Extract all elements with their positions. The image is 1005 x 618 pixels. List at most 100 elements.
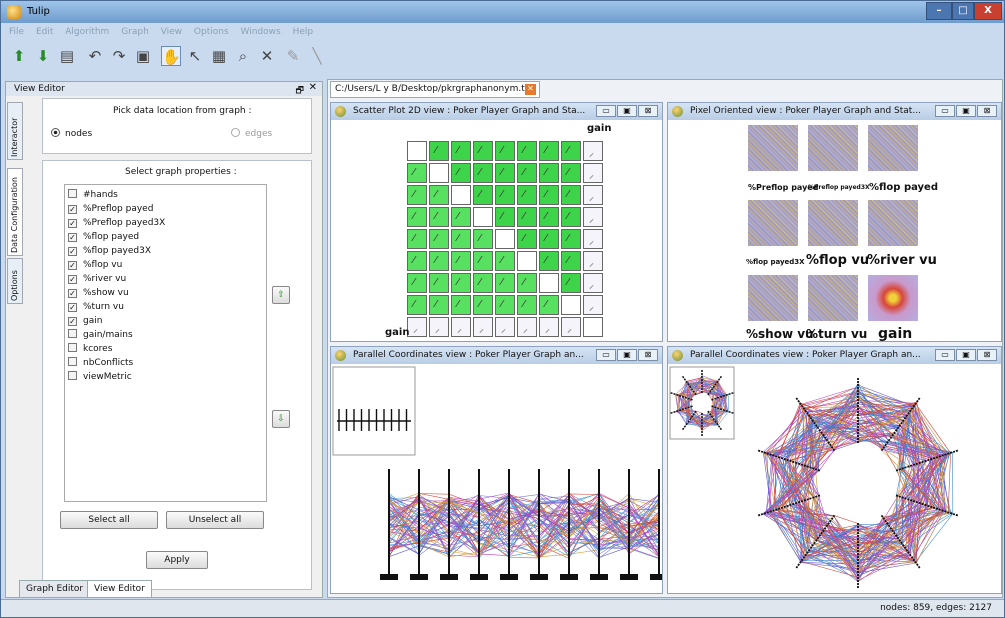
scatter-cell[interactable]: ⁄ <box>517 141 537 161</box>
scatter-cell[interactable]: ⁄ <box>561 273 581 293</box>
scatter-cell[interactable]: ⸝ <box>583 207 603 227</box>
scatter-cell[interactable]: ⁄ <box>451 207 471 227</box>
tab-interactor[interactable]: Interactor <box>7 102 23 160</box>
close-view-button[interactable]: ⊠ <box>638 105 658 117</box>
scatter-cell[interactable]: ⸝ <box>473 317 493 337</box>
menu-graph[interactable]: Graph <box>121 27 149 37</box>
checkbox[interactable] <box>68 189 77 198</box>
edit-edge-icon[interactable]: ╲ <box>307 46 327 66</box>
zoom-box-icon[interactable]: ⌕ <box>233 46 253 66</box>
scatter-cell[interactable]: ⁄ <box>429 295 449 315</box>
scatter-cell[interactable] <box>539 273 559 293</box>
scatter-cell[interactable]: ⸝ <box>583 251 603 271</box>
scatter-cell[interactable]: ⁄ <box>561 141 581 161</box>
scatter-cell[interactable]: ⁄ <box>561 163 581 183</box>
grid-select-icon[interactable]: ▦ <box>209 46 229 66</box>
minimize-button[interactable]: – <box>926 2 952 20</box>
scatter-cell[interactable]: ⁄ <box>473 185 493 205</box>
scatter-cell[interactable]: ⁄ <box>517 163 537 183</box>
scatter-cell[interactable]: ⸝ <box>517 317 537 337</box>
pixel-map[interactable] <box>808 200 858 246</box>
scatter-cell[interactable]: ⁄ <box>429 207 449 227</box>
scatter-cell[interactable]: ⁄ <box>473 229 493 249</box>
radio-nodes[interactable]: nodes <box>51 128 92 139</box>
hand-navigate-icon[interactable]: ✋ <box>161 46 181 66</box>
restore-view-button[interactable]: ▣ <box>617 105 637 117</box>
restore-view-button[interactable]: ▣ <box>956 105 976 117</box>
menu-file[interactable]: File <box>9 27 24 37</box>
scatter-cell[interactable]: ⸝ <box>583 163 603 183</box>
tab-data-configuration[interactable]: Data Configuration <box>7 168 23 256</box>
gain-pixel-map[interactable] <box>868 275 918 321</box>
scatter-cell[interactable]: ⁄ <box>539 163 559 183</box>
scatter-cell[interactable]: ⁄ <box>407 295 427 315</box>
close-view-button[interactable]: ⊠ <box>977 349 997 361</box>
scatter-cell[interactable]: ⁄ <box>495 295 515 315</box>
scatter-cell[interactable]: ⁄ <box>495 163 515 183</box>
menu-view[interactable]: View <box>161 27 182 37</box>
scatter-cell[interactable]: ⸝ <box>583 273 603 293</box>
list-item[interactable]: ✓ %Preflop payed <box>68 203 153 215</box>
tab-view-editor[interactable]: View Editor <box>87 580 152 598</box>
scatter-cell[interactable]: ⁄ <box>539 207 559 227</box>
pointer-info-icon[interactable]: ↖ <box>185 46 205 66</box>
scatter-cell[interactable]: ⁄ <box>561 207 581 227</box>
scatter-cell[interactable]: ⁄ <box>517 229 537 249</box>
scatter-cell[interactable]: ⸝ <box>451 317 471 337</box>
list-item[interactable]: ✓ %flop payed3X <box>68 245 151 257</box>
scatter-cell[interactable]: ⁄ <box>407 185 427 205</box>
scatter-cell[interactable]: ⁄ <box>517 273 537 293</box>
import-icon[interactable]: ⬆ <box>9 46 29 66</box>
scatter-cell[interactable]: ⸝ <box>583 229 603 249</box>
checkbox[interactable]: ✓ <box>68 289 77 298</box>
scatter-cell[interactable]: ⁄ <box>451 251 471 271</box>
maximize-button[interactable]: □ <box>952 2 974 20</box>
minimize-view-button[interactable]: ▭ <box>596 349 616 361</box>
scatter-cell[interactable]: ⁄ <box>473 251 493 271</box>
unselect-all-button[interactable]: Unselect all <box>166 511 264 529</box>
float-panel-icon[interactable]: 🗗 <box>296 83 304 99</box>
scatter-cell[interactable]: ⁄ <box>451 163 471 183</box>
scatter-cell[interactable]: ⁄ <box>429 229 449 249</box>
scatter-cell[interactable]: ⁄ <box>539 141 559 161</box>
menu-algorithm[interactable]: Algorithm <box>65 27 109 37</box>
pixel-map[interactable] <box>748 275 798 321</box>
menu-windows[interactable]: Windows <box>241 27 281 37</box>
scatter-cell[interactable]: ⁄ <box>561 185 581 205</box>
checkbox[interactable] <box>68 329 77 338</box>
select-all-button[interactable]: Select all <box>60 511 158 529</box>
close-tab-icon[interactable]: ✕ <box>525 84 536 95</box>
scatter-cell[interactable]: ⁄ <box>539 295 559 315</box>
checkbox[interactable]: ✓ <box>68 219 77 228</box>
list-item[interactable]: ✓ %Preflop payed3X <box>68 217 165 229</box>
tab-file[interactable]: C:/Users/L y B/Desktop/pkrgraphanonym.tl… <box>330 81 540 98</box>
scatter-cell[interactable]: ⁄ <box>451 229 471 249</box>
scatter-cell[interactable]: ⁄ <box>473 273 493 293</box>
pixel-map[interactable] <box>808 125 858 171</box>
export-icon[interactable]: ⬇ <box>33 46 53 66</box>
list-item[interactable]: kcores <box>68 343 112 355</box>
move-down-button[interactable]: ⇩ <box>272 410 290 428</box>
menu-help[interactable]: Help <box>293 27 314 37</box>
move-up-button[interactable]: ⇧ <box>272 286 290 304</box>
checkbox[interactable] <box>68 343 77 352</box>
scatter-cell[interactable]: ⸝ <box>583 141 603 161</box>
scatter-matrix[interactable]: ⁄ ⁄ ⁄ ⁄ ⁄ ⁄ ⁄ ⸝ ⁄ ⁄ ⁄ ⁄ ⁄ ⁄ ⁄ ⸝ ⁄ ⁄ ⁄ ⁄ ⁄ ⁄ ⁄ ⸝ ⁄ ⁄ ⁄ ⁄ ⁄ ⁄ ⁄ ⸝ ⁄ ⁄ ⁄ ⁄ ⁄ ⁄ ⁄ ⸝… <box>407 141 609 343</box>
menu-options[interactable]: Options <box>194 27 229 37</box>
scatter-cell[interactable]: ⁄ <box>539 229 559 249</box>
scatter-cell[interactable]: ⁄ <box>517 185 537 205</box>
scatter-cell[interactable]: ⁄ <box>495 185 515 205</box>
delete-icon[interactable]: ✕ <box>257 46 277 66</box>
checkbox[interactable] <box>68 357 77 366</box>
tab-graph-editor[interactable]: Graph Editor <box>19 580 91 598</box>
pixel-map[interactable] <box>808 275 858 321</box>
minimize-view-button[interactable]: ▭ <box>935 349 955 361</box>
scatter-cell[interactable]: ⁄ <box>451 273 471 293</box>
list-item[interactable]: gain/mains <box>68 329 133 341</box>
checkbox[interactable]: ✓ <box>68 261 77 270</box>
menu-edit[interactable]: Edit <box>36 27 53 37</box>
scatter-cell[interactable]: ⸝ <box>495 317 515 337</box>
scatter-cell[interactable]: ⸝ <box>583 295 603 315</box>
restore-view-button[interactable]: ▣ <box>956 349 976 361</box>
scatter-cell[interactable]: ⁄ <box>407 251 427 271</box>
